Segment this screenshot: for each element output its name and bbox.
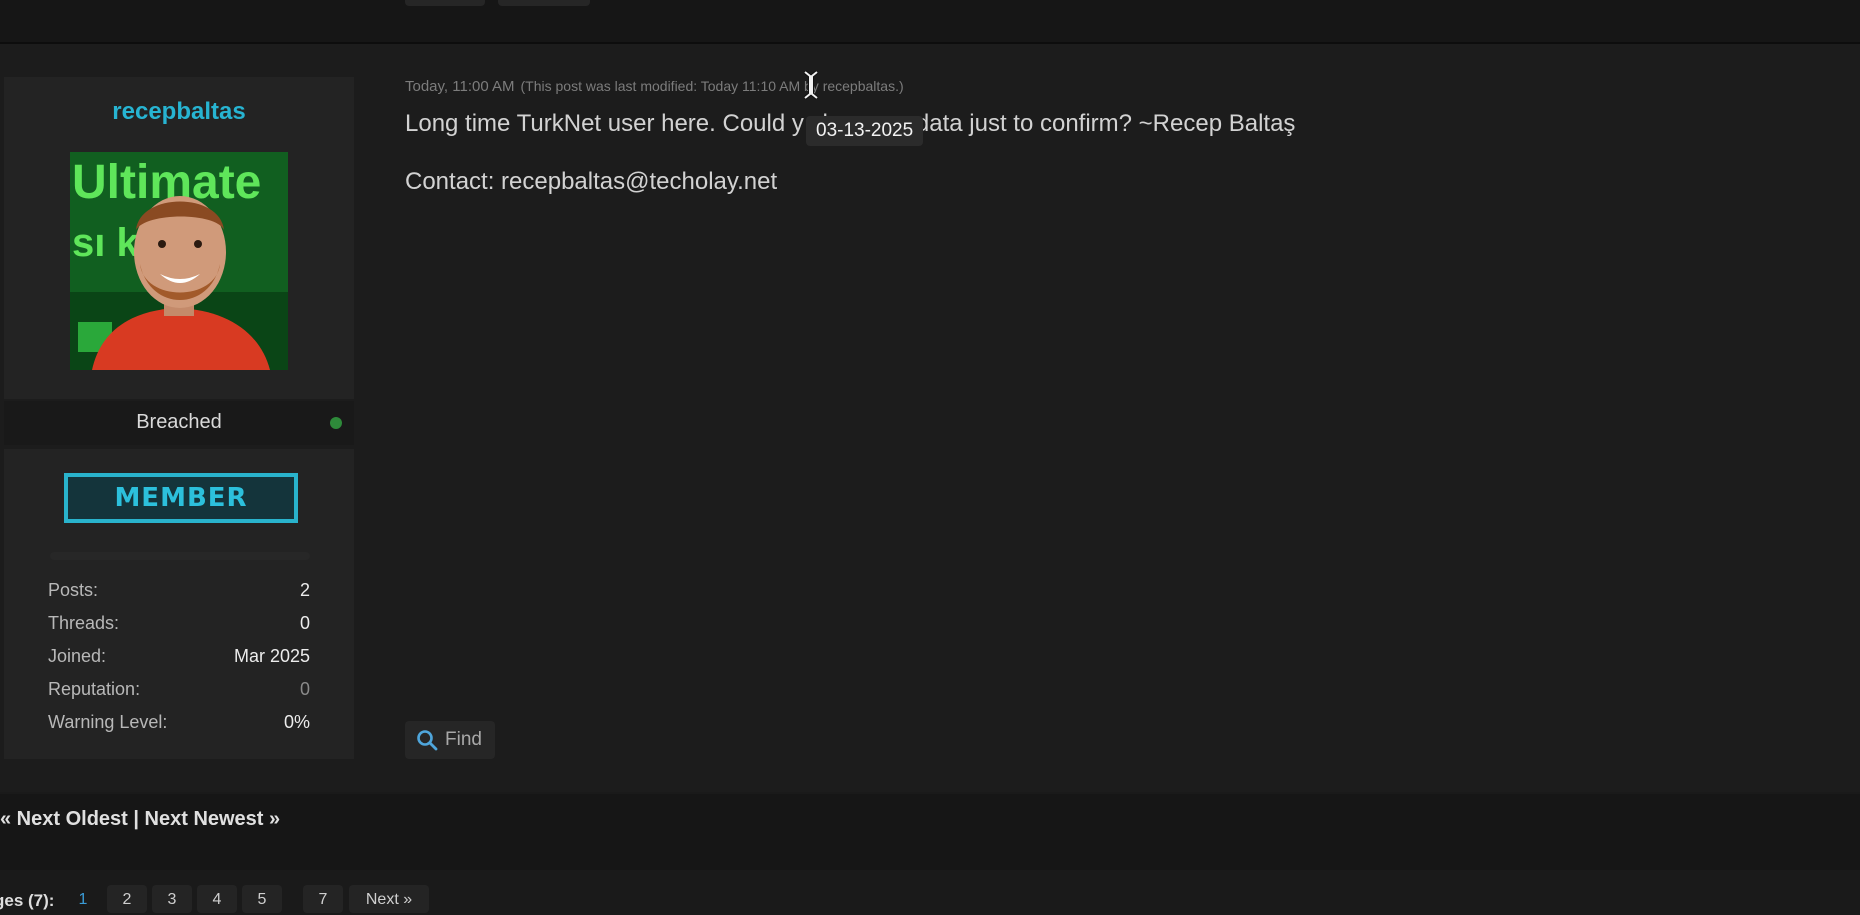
pages-label: ges (7): (0, 891, 55, 910)
stat-value-posts[interactable]: 2 (300, 580, 310, 601)
stat-label-warning: Warning Level: (48, 712, 168, 732)
stats-divider (50, 552, 310, 560)
page-link[interactable]: 4 (197, 885, 237, 913)
online-dot-icon (330, 417, 342, 429)
avatar-image: Ultimate sı k l at (70, 152, 288, 370)
stat-value-joined: Mar 2025 (233, 646, 310, 666)
page-link[interactable]: 7 (303, 885, 343, 913)
next-page-button[interactable]: Next » (349, 885, 429, 913)
post-body-contact: Contact: recepbaltas@techolay.net (405, 168, 778, 195)
author-usergroup: Breached (136, 411, 222, 433)
previous-post-button[interactable] (498, 0, 590, 6)
author-username[interactable]: recepbaltas (4, 98, 354, 126)
stat-label-reputation: Reputation: (48, 679, 141, 699)
find-button-label[interactable]: Find (445, 729, 482, 751)
text-cursor-icon (803, 70, 819, 100)
previous-post-footer (0, 0, 1860, 44)
page-link[interactable]: 3 (152, 885, 192, 913)
magnifier-icon (417, 730, 438, 751)
post-date: Today, 11:00 AM (405, 78, 515, 95)
rank-badge: MEMBER (64, 473, 298, 523)
stat-value-warning[interactable]: 0% (284, 712, 310, 733)
post-meta: Today, 11:00 AM (This post was last modif… (405, 78, 904, 95)
thread-nav-bar (0, 794, 1860, 870)
stat-label-threads: Threads: (48, 613, 120, 633)
stat-value-reputation[interactable]: 0 (300, 679, 310, 700)
stat-label-joined: Joined: (48, 646, 107, 666)
post-edit-note: (This post was last modified: Today 11:1… (520, 78, 904, 94)
page-link-current[interactable]: 1 (66, 885, 100, 913)
thread-nav-links[interactable]: « Next Oldest | Next Newest » (0, 808, 280, 831)
previous-post-button[interactable] (405, 0, 485, 6)
page-link[interactable]: 5 (242, 885, 282, 913)
date-tooltip: 03-13-2025 (806, 116, 924, 146)
stat-value-threads[interactable]: 0 (300, 613, 310, 634)
author-avatar[interactable]: Ultimate sı k l at (70, 152, 288, 370)
page-link[interactable]: 2 (107, 885, 147, 913)
stat-label-posts: Posts: (48, 580, 99, 600)
